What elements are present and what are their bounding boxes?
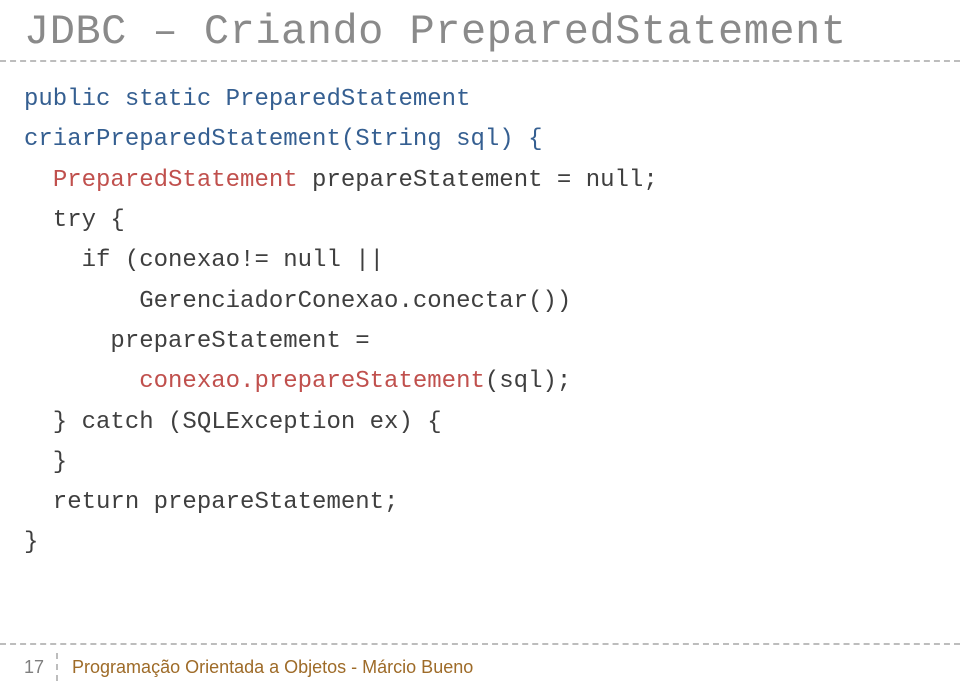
code-line-10: }	[24, 449, 67, 476]
footer: 17 Programação Orientada a Objetos - Már…	[0, 645, 960, 689]
code-line-1b: criarPreparedStatement(String sql) {	[24, 126, 542, 153]
slide-title: JDBC – Criando PreparedStatement	[0, 0, 960, 60]
footer-text: Programação Orientada a Objetos - Márcio…	[72, 657, 473, 678]
code-line-7: prepareStatement =	[24, 328, 370, 355]
code-line-3b: prepareStatement = null;	[298, 167, 658, 194]
code-block: public static PreparedStatement criarPre…	[0, 80, 960, 564]
code-line-4: try {	[24, 207, 125, 234]
code-line-9: } catch (SQLException ex) {	[24, 409, 442, 436]
code-line-type: PreparedStatement	[53, 167, 298, 194]
code-line-5: if (conexao!= null ||	[24, 247, 384, 274]
title-separator	[0, 60, 960, 62]
code-line-11: return prepareStatement;	[24, 489, 398, 516]
code-line-12: }	[24, 529, 38, 556]
page-number: 17	[24, 657, 44, 678]
code-line-call: conexao.prepareStatement	[139, 368, 485, 395]
code-line-6: GerenciadorConexao.conectar())	[24, 288, 571, 315]
code-line-1a: public static PreparedStatement	[24, 86, 470, 113]
code-line-8b: (sql);	[485, 368, 571, 395]
